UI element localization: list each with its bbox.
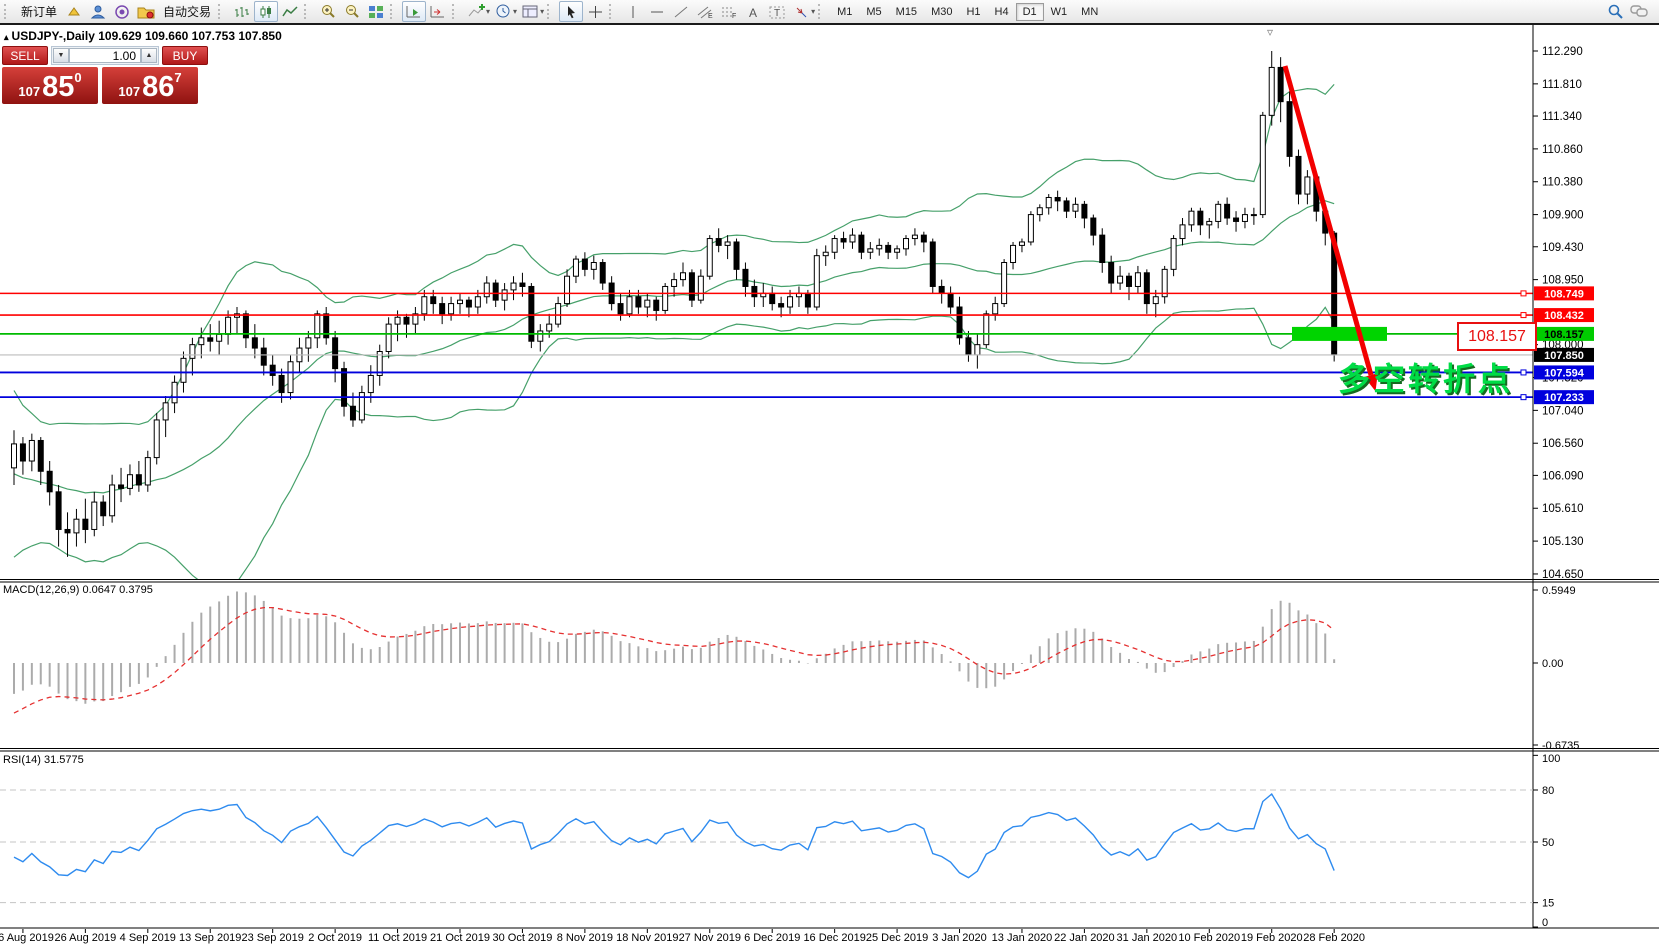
- svg-text:2 Oct 2019: 2 Oct 2019: [308, 932, 362, 944]
- sell-button[interactable]: SELL: [2, 46, 48, 65]
- svg-text:0.5949: 0.5949: [1542, 585, 1576, 597]
- svg-text:107.850: 107.850: [1544, 350, 1584, 362]
- svg-text:100: 100: [1542, 753, 1560, 765]
- svg-text:31 Jan 2020: 31 Jan 2020: [1117, 932, 1178, 944]
- volume-decrease-button[interactable]: ▼: [53, 48, 69, 63]
- volume-increase-button[interactable]: ▲: [141, 48, 157, 63]
- rsi-panel: [0, 790, 1533, 903]
- svg-text:50: 50: [1542, 837, 1554, 849]
- svg-text:108.950: 108.950: [1542, 275, 1584, 287]
- turning-point-annotation[interactable]: 多空转折点: [1338, 354, 1513, 400]
- chart-shift-marker-icon[interactable]: ▿: [1267, 25, 1273, 39]
- svg-text:110.860: 110.860: [1542, 144, 1583, 156]
- sell-price-display[interactable]: 107850: [2, 67, 98, 104]
- svg-text:3 Jan 2020: 3 Jan 2020: [932, 932, 986, 944]
- svg-text:22 Jan 2020: 22 Jan 2020: [1054, 932, 1115, 944]
- svg-text:8 Nov 2019: 8 Nov 2019: [557, 932, 613, 944]
- svg-text:18 Nov 2019: 18 Nov 2019: [616, 932, 678, 944]
- rsi-axis: 100 80 50 15 0: [1533, 753, 1560, 929]
- buy-price-display[interactable]: 107867: [102, 67, 198, 104]
- svg-text:108.157: 108.157: [1544, 329, 1584, 341]
- ohlc-title: ▴USDJPY-,Daily 109.629 109.660 107.753 1…: [4, 29, 282, 43]
- svg-text:108.749: 108.749: [1544, 288, 1584, 300]
- svg-text:11 Oct 2019: 11 Oct 2019: [368, 932, 427, 944]
- svg-text:26 Aug 2019: 26 Aug 2019: [54, 932, 116, 944]
- chart-canvas[interactable]: 112.290 111.810 111.340 110.860 110.380 109.9…: [0, 0, 1659, 945]
- svg-text:107.040: 107.040: [1542, 405, 1584, 417]
- buy-button[interactable]: BUY: [162, 46, 208, 65]
- svg-text:107.594: 107.594: [1544, 367, 1585, 379]
- macd-indicator-label: MACD(12,26,9) 0.0647 0.3795: [3, 584, 153, 596]
- rsi-indicator-label: RSI(14) 31.5775: [3, 754, 84, 766]
- svg-text:16 Aug 2019: 16 Aug 2019: [0, 932, 54, 944]
- svg-text:111.340: 111.340: [1542, 111, 1582, 123]
- volume-control: ▼ 1.00 ▲: [51, 46, 159, 65]
- svg-text:25 Dec 2019: 25 Dec 2019: [866, 932, 928, 944]
- svg-text:15: 15: [1542, 898, 1554, 910]
- svg-text:6 Dec 2019: 6 Dec 2019: [744, 932, 800, 944]
- svg-text:-0.6735: -0.6735: [1542, 740, 1579, 752]
- svg-text:105.130: 105.130: [1542, 536, 1584, 548]
- price-annotation-label[interactable]: 108.157: [1457, 322, 1537, 351]
- svg-text:0: 0: [1542, 917, 1548, 929]
- svg-text:109.430: 109.430: [1542, 242, 1584, 254]
- svg-text:13 Sep 2019: 13 Sep 2019: [179, 932, 241, 944]
- svg-text:13 Jan 2020: 13 Jan 2020: [992, 932, 1053, 944]
- svg-text:105.610: 105.610: [1542, 503, 1584, 515]
- svg-text:27 Nov 2019: 27 Nov 2019: [679, 932, 741, 944]
- svg-text:80: 80: [1542, 785, 1554, 797]
- macd-axis: 0.5949 0.00 -0.6735: [1533, 585, 1579, 752]
- svg-text:10 Feb 2020: 10 Feb 2020: [1178, 932, 1240, 944]
- svg-text:16 Dec 2019: 16 Dec 2019: [803, 932, 865, 944]
- svg-text:30 Oct 2019: 30 Oct 2019: [492, 932, 552, 944]
- svg-text:109.900: 109.900: [1542, 210, 1584, 222]
- svg-text:0.00: 0.00: [1542, 658, 1563, 670]
- mt4-window: 新订单 自动交易 ▾ ▾ ▾ E F A T ▾ M1 M5 M: [0, 0, 1659, 945]
- svg-text:107.233: 107.233: [1544, 392, 1584, 404]
- svg-text:110.380: 110.380: [1542, 177, 1583, 189]
- volume-input[interactable]: 1.00: [69, 48, 141, 63]
- svg-text:21 Oct 2019: 21 Oct 2019: [430, 932, 490, 944]
- horizontal-lines[interactable]: [0, 291, 1533, 400]
- date-axis[interactable]: 16 Aug 201926 Aug 2019 4 Sep 201913 Sep 2…: [0, 929, 1365, 944]
- candles-layer: [12, 51, 1337, 557]
- svg-text:28 Feb 2020: 28 Feb 2020: [1303, 932, 1365, 944]
- svg-text:4 Sep 2019: 4 Sep 2019: [120, 932, 176, 944]
- svg-text:23 Sep 2019: 23 Sep 2019: [241, 932, 303, 944]
- svg-text:108.432: 108.432: [1544, 310, 1584, 322]
- svg-text:106.560: 106.560: [1542, 438, 1584, 450]
- chart-svg: 112.290 111.810 111.340 110.860 110.380 109.9…: [0, 0, 1659, 945]
- symbol-marker-icon: ▴: [4, 32, 9, 42]
- svg-text:106.090: 106.090: [1542, 470, 1584, 482]
- macd-panel: [14, 591, 1334, 713]
- svg-text:112.290: 112.290: [1542, 46, 1583, 58]
- svg-text:111.810: 111.810: [1542, 79, 1582, 91]
- bollinger-bands: [14, 84, 1334, 590]
- one-click-trade-panel: SELL ▼ 1.00 ▲ BUY 107850 107867: [2, 46, 208, 104]
- svg-text:19 Feb 2020: 19 Feb 2020: [1241, 932, 1303, 944]
